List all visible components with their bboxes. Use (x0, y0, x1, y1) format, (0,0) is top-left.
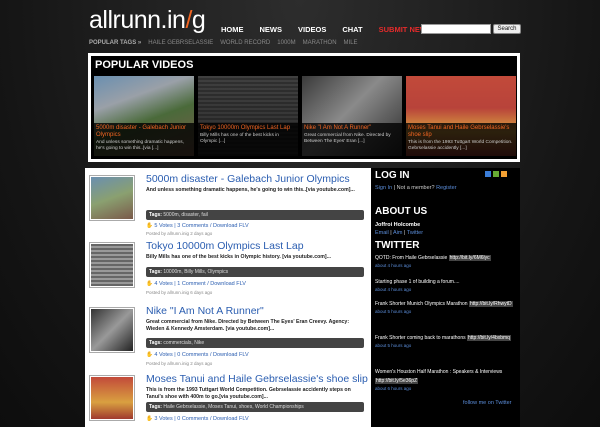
search-input[interactable] (421, 24, 491, 34)
post-date: Posted by allrunn.inig 2 days ago (146, 231, 213, 236)
post-title[interactable]: 5000m disaster - Galebach Junior Olympic… (146, 173, 350, 185)
video-title: 5000m disaster - Galebach Junior Olympic… (96, 125, 187, 138)
tweet: Women's Houston Half Marathon : Speakers… (375, 369, 503, 391)
comments-link[interactable]: 3 Comments (177, 223, 208, 229)
download-link[interactable]: Download FLV (210, 281, 246, 287)
twitter-link[interactable]: Twitter (407, 230, 423, 236)
tag-link[interactable]: 1000M (277, 40, 295, 46)
post-date: Posted by allrunn.inig 2 days ago (146, 361, 213, 366)
post-thumbnail[interactable] (89, 242, 135, 288)
post-meta: ✋ 4 Votes | 1 Comment / Download FLV (146, 281, 246, 287)
tweet-link[interactable]: http://bit.ly/RhwytD (468, 301, 513, 307)
post-meta: ✋ 4 Votes | 0 Comments / Download FLV (146, 352, 249, 358)
post-thumbnail[interactable] (89, 375, 135, 421)
tweet: Starting phase 1 of building a forum....… (375, 279, 460, 292)
post-description: This is from the 1993 Tuttgart World Com… (146, 387, 351, 400)
popular-videos-title: POPULAR VIDEOS (95, 59, 194, 71)
votes-link[interactable]: 3 Votes (154, 416, 172, 422)
main-nav: HOME NEWS VIDEOS CHAT SUBMIT NEW (221, 25, 427, 34)
post-tags: Tags: 10000m, Billy Mills, Olympics (146, 267, 364, 277)
popular-video-card[interactable]: Moses Tanui and Haile Gebrselassie's sho… (406, 76, 516, 156)
video-desc: This is from the 1993 Tuttgart World Com… (408, 140, 513, 151)
logo-text-end: g (191, 6, 206, 34)
post-tags: Tags: Haile Gebrselassie, Moses Tanui, s… (146, 402, 364, 412)
follow-twitter-link[interactable]: follow me on Twitter (463, 400, 512, 406)
post-meta: ✋ 5 Votes | 3 Comments / Download FLV (146, 223, 249, 229)
about-links: Email | Aim | Twitter (375, 230, 424, 236)
nav-videos[interactable]: VIDEOS (298, 25, 326, 34)
popular-tags-bar: POPULAR TAGS » HAILE GEBRSELASSIE WORLD … (89, 40, 358, 46)
tweet-link[interactable]: http://bit.ly/5e36pZ (375, 378, 419, 384)
delicious-icon[interactable] (485, 171, 491, 177)
video-title: Tokyo 10000m Olympics Last Lap (200, 125, 291, 131)
popular-video-card[interactable]: Tokyo 10000m Olympics Last Lap Billy Mill… (198, 76, 298, 156)
tweet-link[interactable]: http://bit.ly/4bxbmq (467, 335, 511, 341)
nav-chat[interactable]: CHAT (342, 25, 362, 34)
page-wrapper: allrunn.in/g HOME NEWS VIDEOS CHAT SUBMI… (85, 0, 521, 427)
login-title: LOG IN (375, 170, 410, 181)
site-logo[interactable]: allrunn.in/g (89, 6, 206, 35)
popular-videos-box: POPULAR VIDEOS 5000m disaster - Galebach… (88, 53, 520, 162)
video-title: Moses Tanui and Haile Gebrselassie's sho… (408, 125, 510, 138)
post-title[interactable]: Tokyo 10000m Olympics Last Lap (146, 240, 304, 252)
nav-submit-new[interactable]: SUBMIT NEW (379, 25, 427, 34)
popular-video-card[interactable]: Nike "I Am Not A Runner" Great commercial… (302, 76, 402, 156)
post-description: And unless something dramatic happens, h… (146, 187, 355, 193)
tweet: QOTD: From Haile Gebrselassie http://bit… (375, 255, 491, 268)
popular-video-card[interactable]: 5000m disaster - Galebach Junior Olympic… (94, 76, 194, 156)
sign-in-link[interactable]: Sign In (375, 185, 392, 191)
download-link[interactable]: Download FLV (213, 223, 249, 229)
post-date: Posted by allrunn.inig 6 days ago (146, 290, 213, 295)
comments-link[interactable]: 1 Comment (177, 281, 205, 287)
sidebar: LOG IN Sign In | Not a member? Register … (371, 168, 520, 427)
post-title[interactable]: Nike "I Am Not A Runner" (146, 305, 264, 317)
post-thumbnail[interactable] (89, 175, 135, 221)
video-desc: Great commercial from Nike. Directed by … (304, 133, 391, 144)
video-desc: And unless something dramatic happens, h… (96, 140, 184, 151)
video-title: Nike "I Am Not A Runner" (304, 125, 372, 131)
post-description: Billy Mills has one of the best kicks in… (146, 254, 331, 260)
votes-link[interactable]: 5 Votes (154, 223, 172, 229)
votes-link[interactable]: 4 Votes (154, 352, 172, 358)
about-name: Joffroi Holcombe (375, 222, 421, 228)
about-title: ABOUT US (375, 206, 428, 217)
tag-link[interactable]: MARATHON (303, 40, 337, 46)
nav-news[interactable]: NEWS (260, 25, 283, 34)
tweet: Frank Shorter coming back to marathons h… (375, 335, 511, 348)
popular-tags-label: POPULAR TAGS » (89, 40, 142, 46)
email-link[interactable]: Email (375, 230, 389, 236)
login-links: Sign In | Not a member? Register (375, 185, 457, 191)
logo-text: allrunn.in (89, 6, 186, 34)
download-link[interactable]: Download FLV (213, 352, 249, 358)
social-icons (485, 171, 507, 177)
vote-icon: ✋ (146, 416, 153, 422)
download-link[interactable]: Download FLV (213, 416, 249, 422)
tag-link[interactable]: WORLD RECORD (220, 40, 270, 46)
tag-link[interactable]: HAILE GEBRSELASSIE (148, 40, 213, 46)
aim-link[interactable]: Aim (393, 230, 402, 236)
tag-link[interactable]: MILE (344, 40, 358, 46)
video-desc: Billy Mills has one of the best kicks in… (200, 133, 279, 144)
search-button[interactable]: Search (493, 24, 521, 34)
rss-icon[interactable] (501, 171, 507, 177)
post-thumbnail[interactable] (89, 307, 135, 353)
post-title[interactable]: Moses Tanui and Haile Gebrselassie's sho… (146, 373, 368, 385)
twitter-title: TWITTER (375, 240, 420, 251)
comments-link[interactable]: 0 Comments (177, 352, 208, 358)
post-list: 5000m disaster - Galebach Junior Olympic… (85, 168, 371, 427)
post-tags: Tags: 5000m, disaster, fail (146, 210, 364, 220)
comments-link[interactable]: 0 Comments (177, 416, 208, 422)
vote-icon: ✋ (146, 352, 153, 358)
tweet-link[interactable]: http://bit.ly/6M6lyc (448, 255, 491, 261)
nav-home[interactable]: HOME (221, 25, 244, 34)
post-meta: ✋ 3 Votes | 0 Comments / Download FLV (146, 416, 249, 422)
votes-link[interactable]: 4 Votes (154, 281, 172, 287)
digg-icon[interactable] (493, 171, 499, 177)
post-tags: Tags: commercials, Nike (146, 338, 364, 348)
vote-icon: ✋ (146, 281, 153, 287)
post-description: Great commercial from Nike. Directed by … (146, 319, 350, 332)
tweet: Frank Shorter Munich Olympics Marathon h… (375, 301, 513, 314)
register-link[interactable]: Register (436, 185, 456, 191)
vote-icon: ✋ (146, 223, 153, 229)
